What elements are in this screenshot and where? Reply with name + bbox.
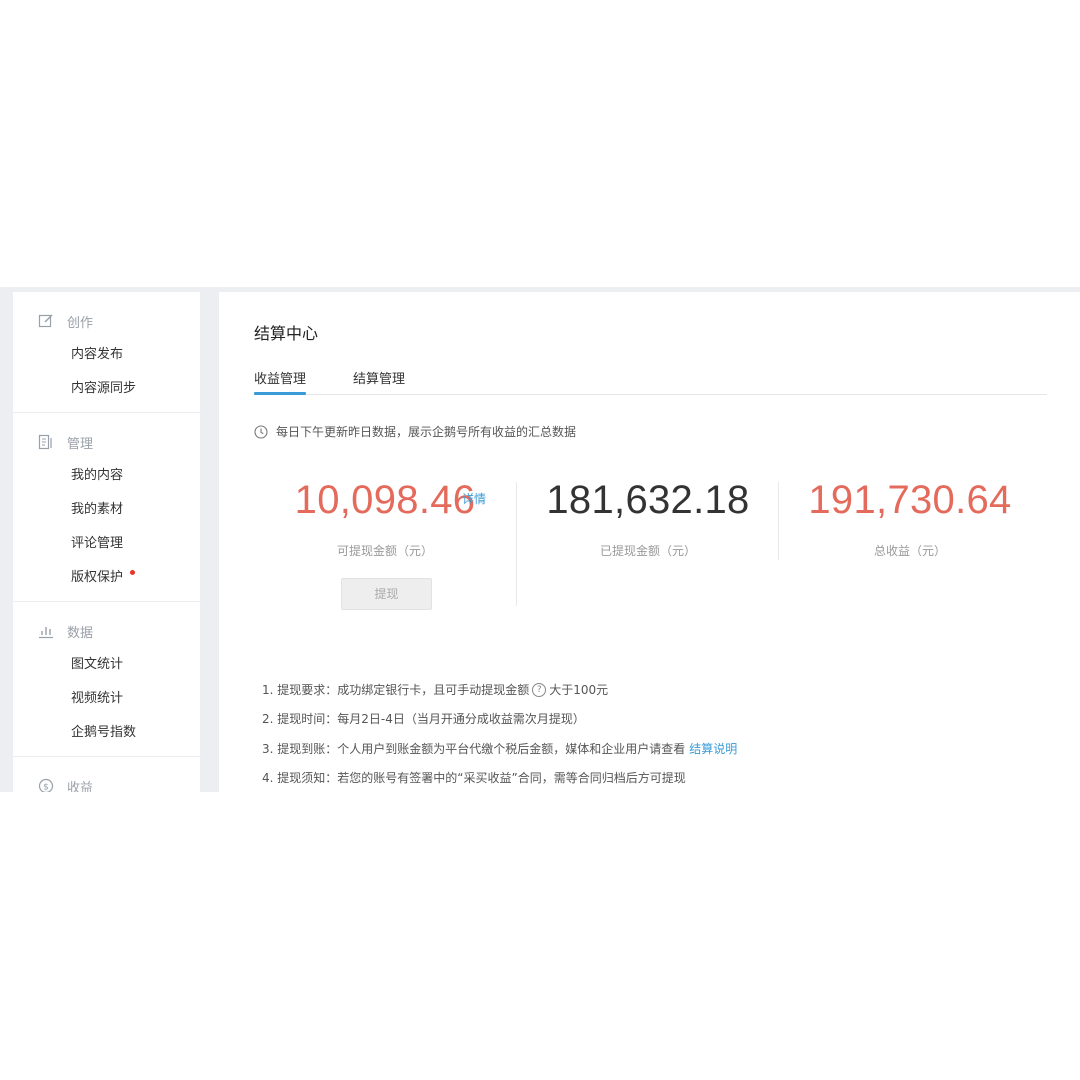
- rule-text: 3. 提现到账：个人用户到账金额为平台代缴个税后金额，媒体和企业用户请查看: [262, 741, 686, 756]
- rule-text: 4. 提现须知：若您的账号有签署中的“采买收益”合同，需等合同归档后方可提现: [262, 771, 686, 786]
- rule-item: 4. 提现须知：若您的账号有签署中的“采买收益”合同，需等合同归档后方可提现: [262, 764, 737, 793]
- page-title: 结算中心: [254, 324, 319, 343]
- tab-bar: 收益管理 结算管理: [254, 354, 1047, 395]
- rule-text: 1. 提现要求：成功绑定银行卡，且可手动提现金额: [262, 682, 530, 697]
- sidebar-group-label: 收益: [67, 780, 94, 793]
- sidebar-group-income: $ 收益: [13, 757, 200, 792]
- update-notice: 每日下午更新昨日数据，展示企鹅号所有收益的汇总数据: [254, 423, 576, 440]
- withdraw-button[interactable]: 提现: [341, 578, 432, 610]
- sidebar-item-my-materials[interactable]: 我的素材: [13, 493, 200, 527]
- stat-caption: 可提现金额（元）: [336, 544, 433, 558]
- notice-text: 每日下午更新昨日数据，展示企鹅号所有收益的汇总数据: [276, 425, 577, 439]
- sidebar-item-penguin-index[interactable]: 企鹅号指数: [13, 716, 200, 750]
- main-panel: 结算中心 收益管理 结算管理 每日下午更新昨日数据，展示企鹅号所有收益的汇总数据…: [219, 292, 1080, 792]
- sidebar-group-header: 管理: [13, 413, 200, 459]
- rule-item: 3. 提现到账：个人用户到账金额为平台代缴个税后金额，媒体和企业用户请查看 结算…: [262, 734, 737, 764]
- tab-settlement-management[interactable]: 结算管理: [353, 368, 405, 387]
- withdraw-rules: 1. 提现要求：成功绑定银行卡，且可手动提现金额 ? 大于100元 2. 提现时…: [262, 675, 737, 792]
- sidebar: 创作 内容发布 内容源同步 管理 我的内容 我的素材 评论管理 版权保护 数据 …: [13, 292, 200, 792]
- sidebar-group-manage: 管理 我的内容 我的素材 评论管理 版权保护: [13, 413, 200, 602]
- stats-panel: 10,098.46 详情 可提现金额（元） 提现 181,632.18 已提现金…: [254, 478, 1047, 618]
- rule-item: 2. 提现时间：每月2日-4日（当月开通分成收益需次月提现）: [262, 705, 737, 735]
- stat-withdrawn: 181,632.18 已提现金额（元）: [517, 478, 779, 559]
- bar-chart-icon: [38, 623, 54, 639]
- clock-icon: [254, 424, 268, 439]
- sidebar-group-data: 数据 图文统计 视频统计 企鹅号指数: [13, 602, 200, 757]
- sidebar-item-my-content[interactable]: 我的内容: [13, 459, 200, 493]
- stat-value: 181,632.18: [546, 478, 750, 522]
- stat-value: 191,730.64: [808, 478, 1012, 522]
- notification-dot: [130, 570, 135, 575]
- sidebar-item-copyright[interactable]: 版权保护: [13, 561, 200, 595]
- sidebar-group-header: 创作: [13, 292, 200, 338]
- stat-withdrawable: 10,098.46 详情 可提现金额（元） 提现: [254, 478, 516, 610]
- settlement-info-link[interactable]: 结算说明: [689, 739, 737, 759]
- svg-text:$: $: [43, 783, 49, 793]
- app-frame: 创作 内容发布 内容源同步 管理 我的内容 我的素材 评论管理 版权保护 数据 …: [0, 287, 1080, 792]
- sidebar-item-video-stats[interactable]: 视频统计: [13, 682, 200, 716]
- rule-item: 1. 提现要求：成功绑定银行卡，且可手动提现金额 ? 大于100元: [262, 675, 737, 705]
- sidebar-item-comments[interactable]: 评论管理: [13, 527, 200, 561]
- sidebar-group-create: 创作 内容发布 内容源同步: [13, 292, 200, 413]
- rule-text: 2. 提现时间：每月2日-4日（当月开通分成收益需次月提现）: [262, 712, 585, 727]
- stat-total-income: 191,730.64 总收益（元）: [779, 478, 1041, 559]
- sidebar-group-label: 创作: [67, 315, 94, 331]
- sidebar-item-content-publish[interactable]: 内容发布: [13, 338, 200, 372]
- sidebar-group-header[interactable]: $ 收益: [13, 757, 200, 792]
- sidebar-group-label: 管理: [67, 436, 94, 452]
- rule-text: 大于100元: [549, 682, 609, 697]
- sidebar-group-header: 数据: [13, 602, 200, 648]
- sidebar-item-content-sync[interactable]: 内容源同步: [13, 372, 200, 406]
- stat-caption: 已提现金额（元）: [599, 544, 696, 558]
- stat-caption: 总收益（元）: [873, 544, 946, 558]
- sidebar-group-label: 数据: [67, 625, 94, 641]
- dollar-icon: $: [38, 778, 54, 792]
- detail-link[interactable]: 详情: [462, 490, 486, 507]
- document-icon: [38, 434, 54, 450]
- question-icon[interactable]: ?: [532, 682, 547, 697]
- sidebar-item-article-stats[interactable]: 图文统计: [13, 648, 200, 682]
- edit-icon: [38, 313, 54, 329]
- tab-income-management[interactable]: 收益管理: [254, 368, 307, 395]
- sidebar-item-label: 版权保护: [71, 570, 124, 585]
